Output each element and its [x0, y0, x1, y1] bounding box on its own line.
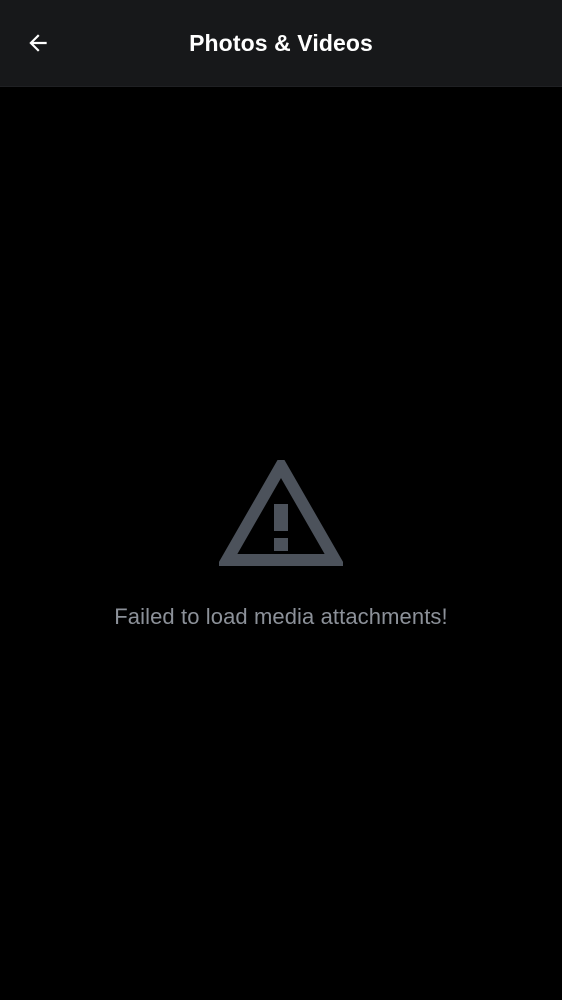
back-button[interactable]: [14, 19, 62, 67]
page-title: Photos & Videos: [189, 30, 373, 56]
error-message: Failed to load media attachments!: [114, 604, 448, 629]
arrow-left-icon: [29, 34, 47, 52]
photos-videos-screen: Photos & Videos Failed to load media att…: [0, 0, 562, 1000]
top-app-bar: Photos & Videos: [0, 0, 562, 87]
warning-icon: [219, 460, 343, 566]
empty-state: Failed to load media attachments!: [0, 460, 562, 630]
